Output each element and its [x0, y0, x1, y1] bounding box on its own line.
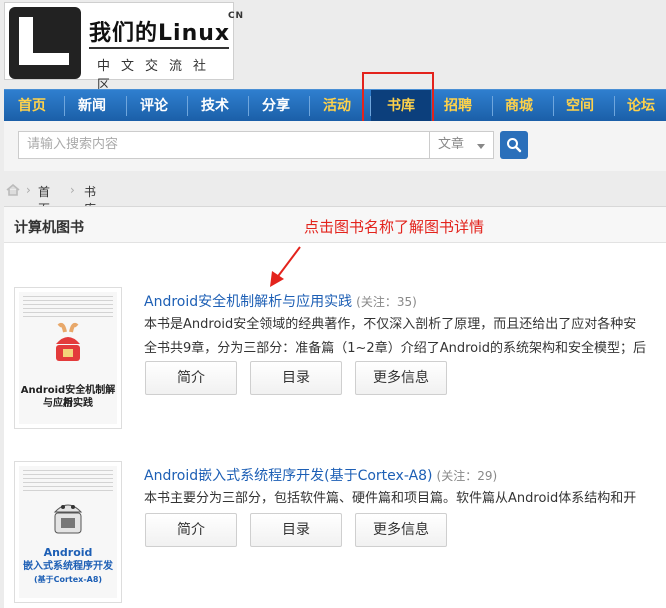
cover-title-line: (基于Cortex-A8)	[33, 575, 103, 584]
search-button[interactable]	[500, 131, 528, 159]
intro-button[interactable]: 简介	[145, 361, 237, 395]
search-input[interactable]: 请输入搜索内容	[18, 131, 430, 159]
section-header: 计算机图书 点击图书名称了解图书详情	[4, 207, 666, 243]
chevron-down-icon	[477, 144, 485, 149]
main-nav: 首页 新闻 评论 技术 分享 活动 书库 招聘 商城 空间 论坛	[4, 89, 666, 122]
book-list-panel: 计算机图书 点击图书名称了解图书详情 Android安全机制解析 与应用实践 A…	[4, 206, 666, 608]
site-logo[interactable]: 我们的Linux CN 中文交流社区	[4, 2, 245, 93]
nav-item-space[interactable]: 空间	[566, 90, 594, 122]
nav-item-jobs[interactable]: 招聘	[444, 90, 472, 122]
android-robot-icon	[56, 322, 80, 361]
list-item: Android安全机制解析 与应用实践 Android安全机制解析与应用实践 (关…	[4, 287, 666, 437]
book-title-link[interactable]: Android嵌入式系统程序开发(基于Cortex-A8)	[144, 468, 433, 484]
intro-button[interactable]: 简介	[145, 513, 237, 547]
nav-item-comments[interactable]: 评论	[140, 90, 168, 122]
book-cover[interactable]: Android安全机制解析 与应用实践	[14, 287, 122, 429]
book-title-row: Android嵌入式系统程序开发(基于Cortex-A8) (关注：29)	[144, 465, 497, 485]
logo-superscript: CN	[227, 11, 245, 21]
annotation-arrow-icon	[270, 246, 301, 287]
toc-button[interactable]: 目录	[250, 361, 342, 395]
nav-item-home[interactable]: 首页	[18, 90, 46, 122]
logo-mark-icon	[9, 7, 81, 79]
book-title-link[interactable]: Android安全机制解析与应用实践	[144, 294, 352, 310]
logo-title: 我们的Linux CN	[89, 11, 245, 46]
annotation-text: 点击图书名称了解图书详情	[304, 218, 485, 236]
search-icon	[507, 138, 522, 153]
home-icon[interactable]	[6, 184, 20, 196]
attention-count: (关注：29)	[436, 469, 498, 483]
nav-item-news[interactable]: 新闻	[78, 90, 106, 122]
section-title: 计算机图书	[14, 220, 84, 236]
list-item: Android 嵌入式系统程序开发 (基于Cortex-A8) Android嵌…	[4, 461, 666, 608]
nav-item-shop[interactable]: 商城	[505, 90, 533, 122]
page: 我们的Linux CN 中文交流社区 首页 新闻 评论 技术 分享 活动 书库 …	[0, 0, 666, 608]
cover-title-line: Android	[43, 546, 93, 559]
nav-item-events[interactable]: 活动	[323, 90, 351, 122]
android-robot-icon	[53, 504, 83, 534]
toc-button[interactable]: 目录	[250, 513, 342, 547]
book-description: 全书共9章，分为三部分：准备篇（1~2章）介绍了Android的系统架构和安全模…	[144, 341, 646, 356]
book-description: 本书主要分为三部分，包括软件篇、硬件篇和项目篇。软件篇从Android体系结构和…	[144, 491, 637, 506]
logo-subtitle: 中文交流社区	[97, 59, 218, 93]
nav-item-share[interactable]: 分享	[262, 90, 290, 122]
book-description: 本书是Android安全领域的经典著作，不仅深入剖析了原理，而且还给出了应对各种…	[144, 317, 637, 332]
attention-count: (关注：35)	[356, 295, 417, 309]
book-title-row: Android安全机制解析与应用实践 (关注：35)	[144, 291, 417, 311]
logo-divider	[89, 47, 229, 49]
cover-title-line: 与应用实践	[43, 398, 93, 409]
more-info-button[interactable]: 更多信息	[355, 361, 447, 395]
book-cover[interactable]: Android 嵌入式系统程序开发 (基于Cortex-A8)	[14, 461, 122, 603]
more-info-button[interactable]: 更多信息	[355, 513, 447, 547]
nav-item-tech[interactable]: 技术	[201, 90, 229, 122]
search-bar: 请输入搜索内容 文章	[4, 121, 666, 171]
cover-title-line: 嵌入式系统程序开发	[23, 561, 113, 572]
nav-item-forum[interactable]: 论坛	[627, 90, 655, 122]
search-scope-label: 文章	[438, 137, 465, 152]
search-scope-select[interactable]: 文章	[430, 131, 494, 159]
